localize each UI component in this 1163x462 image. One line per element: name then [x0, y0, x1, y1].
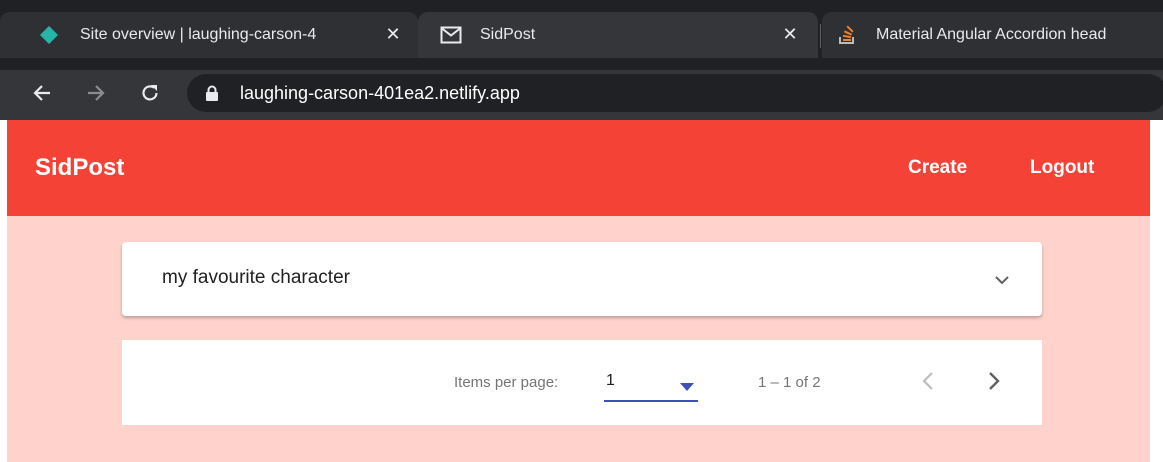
dropdown-arrow-icon	[680, 378, 694, 396]
logout-link[interactable]: Logout	[1030, 120, 1094, 216]
forward-arrow-icon[interactable]	[78, 70, 114, 116]
items-per-page-label: Items per page:	[454, 374, 559, 391]
browser-tab-site-overview[interactable]: Site overview | laughing-carson-4 ✕	[0, 12, 418, 58]
chevron-down-icon[interactable]	[992, 270, 1012, 290]
browser-tab-strip: Site overview | laughing-carson-4 ✕ SidP…	[0, 0, 1163, 70]
app-toolbar: SidPost Create Logout	[7, 120, 1150, 216]
lock-icon	[205, 74, 219, 112]
close-tab-icon[interactable]: ✕	[383, 12, 403, 58]
address-bar[interactable]: laughing-carson-401ea2.netlify.app	[187, 74, 1163, 112]
page-size-select[interactable]: 1	[604, 368, 698, 402]
stackoverflow-icon	[836, 12, 858, 58]
app-root: SidPost Create Logout my favourite chara…	[7, 120, 1150, 462]
page-size-value: 1	[606, 372, 615, 389]
next-page-button[interactable]	[977, 366, 1011, 400]
browser-tab-sidpost[interactable]: SidPost ✕	[418, 12, 818, 58]
browser-toolbar: laughing-carson-401ea2.netlify.app	[0, 70, 1163, 120]
tab-title: Material Angular Accordion head	[876, 26, 1107, 43]
reload-icon[interactable]	[132, 70, 168, 116]
create-link[interactable]: Create	[908, 120, 967, 216]
paginator: Items per page: 1 1 – 1 of 2	[122, 340, 1042, 425]
expansion-panel-header[interactable]: my favourite character	[122, 242, 1042, 316]
tab-title: Site overview | laughing-carson-4	[80, 26, 317, 43]
netlify-diamond-icon	[38, 12, 60, 58]
app-brand[interactable]: SidPost	[35, 120, 124, 216]
mail-icon	[440, 12, 462, 58]
browser-tab-material-accordion[interactable]: Material Angular Accordion head	[822, 12, 1163, 58]
previous-page-button[interactable]	[911, 366, 945, 400]
chevron-right-icon	[988, 371, 1000, 396]
back-arrow-icon[interactable]	[24, 70, 60, 116]
panel-title: my favourite character	[162, 267, 350, 288]
tab-title: SidPost	[480, 26, 536, 43]
url-text: laughing-carson-401ea2.netlify.app	[240, 83, 520, 103]
chevron-left-icon	[922, 371, 934, 396]
range-label: 1 – 1 of 2	[758, 374, 821, 391]
close-tab-icon[interactable]: ✕	[780, 12, 800, 58]
tab-divider	[820, 24, 821, 48]
